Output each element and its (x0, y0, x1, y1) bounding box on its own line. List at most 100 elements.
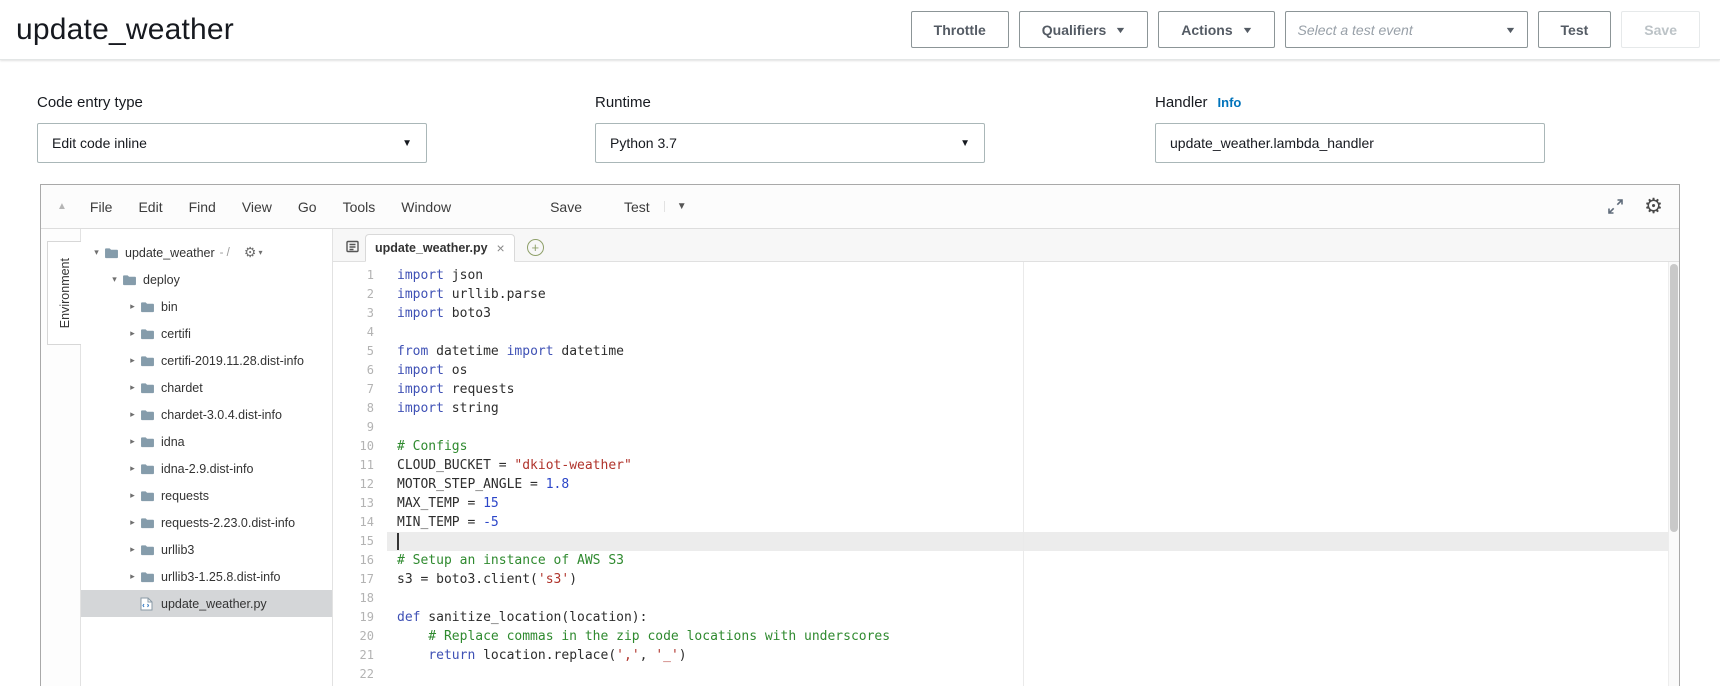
code-line[interactable]: 15 (333, 532, 1679, 551)
tree-item-folder[interactable]: ▸certifi-2019.11.28.dist-info (81, 347, 332, 374)
chevron-down-icon[interactable]: ▼ (664, 201, 687, 212)
code-line[interactable]: 18 (333, 589, 1679, 608)
code-line-content: import boto3 (387, 304, 1679, 323)
tree-item-folder[interactable]: ▸chardet (81, 374, 332, 401)
tree-item-file[interactable]: update_weather.py (81, 590, 332, 617)
chevron-right-icon[interactable]: ▸ (125, 571, 140, 582)
menu-item-tools[interactable]: Tools (330, 199, 389, 215)
tab-list-icon[interactable] (339, 234, 365, 258)
tree-item-folder[interactable]: ▸bin (81, 293, 332, 320)
tree-root-path: - / (220, 247, 230, 259)
code-line[interactable]: 12MOTOR_STEP_ANGLE = 1.8 (333, 475, 1679, 494)
chevron-right-icon[interactable]: ▸ (125, 355, 140, 366)
chevron-down-icon[interactable]: ▾ (89, 247, 104, 258)
gear-icon[interactable]: ⚙ (1644, 196, 1663, 217)
code-line[interactable]: 5from datetime import datetime (333, 342, 1679, 361)
chevron-right-icon[interactable]: ▸ (125, 490, 140, 501)
handler-info-link[interactable]: Info (1218, 95, 1242, 110)
tree-item-folder[interactable]: ▾update_weather- /⚙▾ (81, 239, 332, 266)
code-line[interactable]: 9 (333, 418, 1679, 437)
code-line[interactable]: 22 (333, 665, 1679, 684)
tree-item-folder[interactable]: ▸requests (81, 482, 332, 509)
test-button[interactable]: Test (1538, 11, 1612, 48)
chevron-right-icon[interactable]: ▸ (125, 409, 140, 420)
tab-environment[interactable]: Environment (47, 241, 81, 345)
code-line[interactable]: 8import string (333, 399, 1679, 418)
code-line[interactable]: 3import boto3 (333, 304, 1679, 323)
tree-item-folder[interactable]: ▸idna (81, 428, 332, 455)
scrollbar-thumb[interactable] (1670, 264, 1678, 532)
collapse-menu-icon[interactable]: ▲ (57, 201, 67, 212)
tree-item-folder[interactable]: ▸idna-2.9.dist-info (81, 455, 332, 482)
gear-icon[interactable]: ⚙▾ (244, 244, 263, 261)
code-line[interactable]: 6import os (333, 361, 1679, 380)
chevron-right-icon[interactable]: ▸ (125, 301, 140, 312)
folder-icon (104, 247, 125, 259)
menu-item-view[interactable]: View (229, 199, 285, 215)
code-line[interactable]: 13MAX_TEMP = 15 (333, 494, 1679, 513)
save-button[interactable]: Save (1621, 11, 1700, 48)
tree-item-folder[interactable]: ▸urllib3 (81, 536, 332, 563)
editor-menubar: ▲ FileEditFindViewGoToolsWindow Save Tes… (41, 185, 1679, 229)
actions-button[interactable]: Actions ▼ (1158, 11, 1274, 48)
vertical-scrollbar[interactable] (1668, 262, 1679, 686)
line-number: 20 (333, 627, 387, 646)
line-number: 12 (333, 475, 387, 494)
menu-item-go[interactable]: Go (285, 199, 330, 215)
editor-test-button[interactable]: Test (624, 199, 650, 215)
chevron-right-icon[interactable]: ▸ (125, 517, 140, 528)
code-line-content (387, 665, 1679, 684)
chevron-down-icon[interactable]: ▾ (107, 274, 122, 285)
menu-item-window[interactable]: Window (388, 199, 464, 215)
code-line-content: s3 = boto3.client('s3') (387, 570, 1679, 589)
chevron-right-icon[interactable]: ▸ (125, 382, 140, 393)
code-line[interactable]: 17s3 = boto3.client('s3') (333, 570, 1679, 589)
menu-item-edit[interactable]: Edit (125, 199, 175, 215)
tab-update-weather-py[interactable]: update_weather.py × (365, 234, 515, 262)
code-line[interactable]: 2import urllib.parse (333, 285, 1679, 304)
tree-item-folder[interactable]: ▸ requests-2.23.0.dist-info (81, 509, 332, 536)
code-line[interactable]: 11CLOUD_BUCKET = "dkiot-weather" (333, 456, 1679, 475)
menubar-right: ⚙ (1607, 196, 1663, 217)
menu-item-file[interactable]: File (77, 199, 126, 215)
line-number: 22 (333, 665, 387, 684)
line-number: 6 (333, 361, 387, 380)
code-line[interactable]: 4 (333, 323, 1679, 342)
page-title: update_weather (16, 13, 234, 47)
code-line[interactable]: 10# Configs (333, 437, 1679, 456)
handler-input[interactable] (1155, 123, 1545, 163)
close-icon[interactable]: × (497, 241, 505, 255)
runtime-select[interactable]: Python 3.7 ▼ (595, 123, 985, 163)
chevron-right-icon[interactable]: ▸ (125, 328, 140, 339)
tree-item-folder[interactable]: ▸chardet-3.0.4.dist-info (81, 401, 332, 428)
chevron-right-icon[interactable]: ▸ (125, 544, 140, 555)
code-line[interactable]: 21 return location.replace(',', '_') (333, 646, 1679, 665)
tree-item-folder[interactable]: ▾deploy (81, 266, 332, 293)
tree-item-folder[interactable]: ▸certifi (81, 320, 332, 347)
editor-save-button[interactable]: Save (550, 199, 582, 215)
code-line[interactable]: 1import json (333, 266, 1679, 285)
code-area[interactable]: 1import json2import urllib.parse3import … (333, 262, 1679, 686)
chevron-right-icon[interactable]: ▸ (125, 436, 140, 447)
chevron-right-icon[interactable]: ▸ (125, 463, 140, 474)
test-event-select[interactable]: Select a test event ▼ (1285, 11, 1528, 48)
qualifiers-button[interactable]: Qualifiers ▼ (1019, 11, 1149, 48)
throttle-button[interactable]: Throttle (911, 11, 1009, 48)
code-line-content: from datetime import datetime (387, 342, 1679, 361)
file-tree: ▾update_weather- /⚙▾▾deploy▸bin▸certifi▸… (81, 229, 333, 686)
code-line[interactable]: 16# Setup an instance of AWS S3 (333, 551, 1679, 570)
tree-item-folder[interactable]: ▸urllib3-1.25.8.dist-info (81, 563, 332, 590)
fullscreen-icon[interactable] (1607, 198, 1624, 215)
tree-item-label: requests-2.23.0.dist-info (161, 516, 295, 530)
code-line[interactable]: 14MIN_TEMP = -5 (333, 513, 1679, 532)
code-entry-select[interactable]: Edit code inline ▼ (37, 123, 427, 163)
menu-item-find[interactable]: Find (176, 199, 229, 215)
code-line[interactable]: 7import requests (333, 380, 1679, 399)
code-line[interactable]: 20 # Replace commas in the zip code loca… (333, 627, 1679, 646)
code-line-content (387, 323, 1679, 342)
folder-icon (140, 463, 161, 475)
line-number: 8 (333, 399, 387, 418)
code-line[interactable]: 19def sanitize_location(location): (333, 608, 1679, 627)
add-tab-icon[interactable]: + (527, 239, 544, 256)
code-line-content: return location.replace(',', '_') (387, 646, 1679, 665)
